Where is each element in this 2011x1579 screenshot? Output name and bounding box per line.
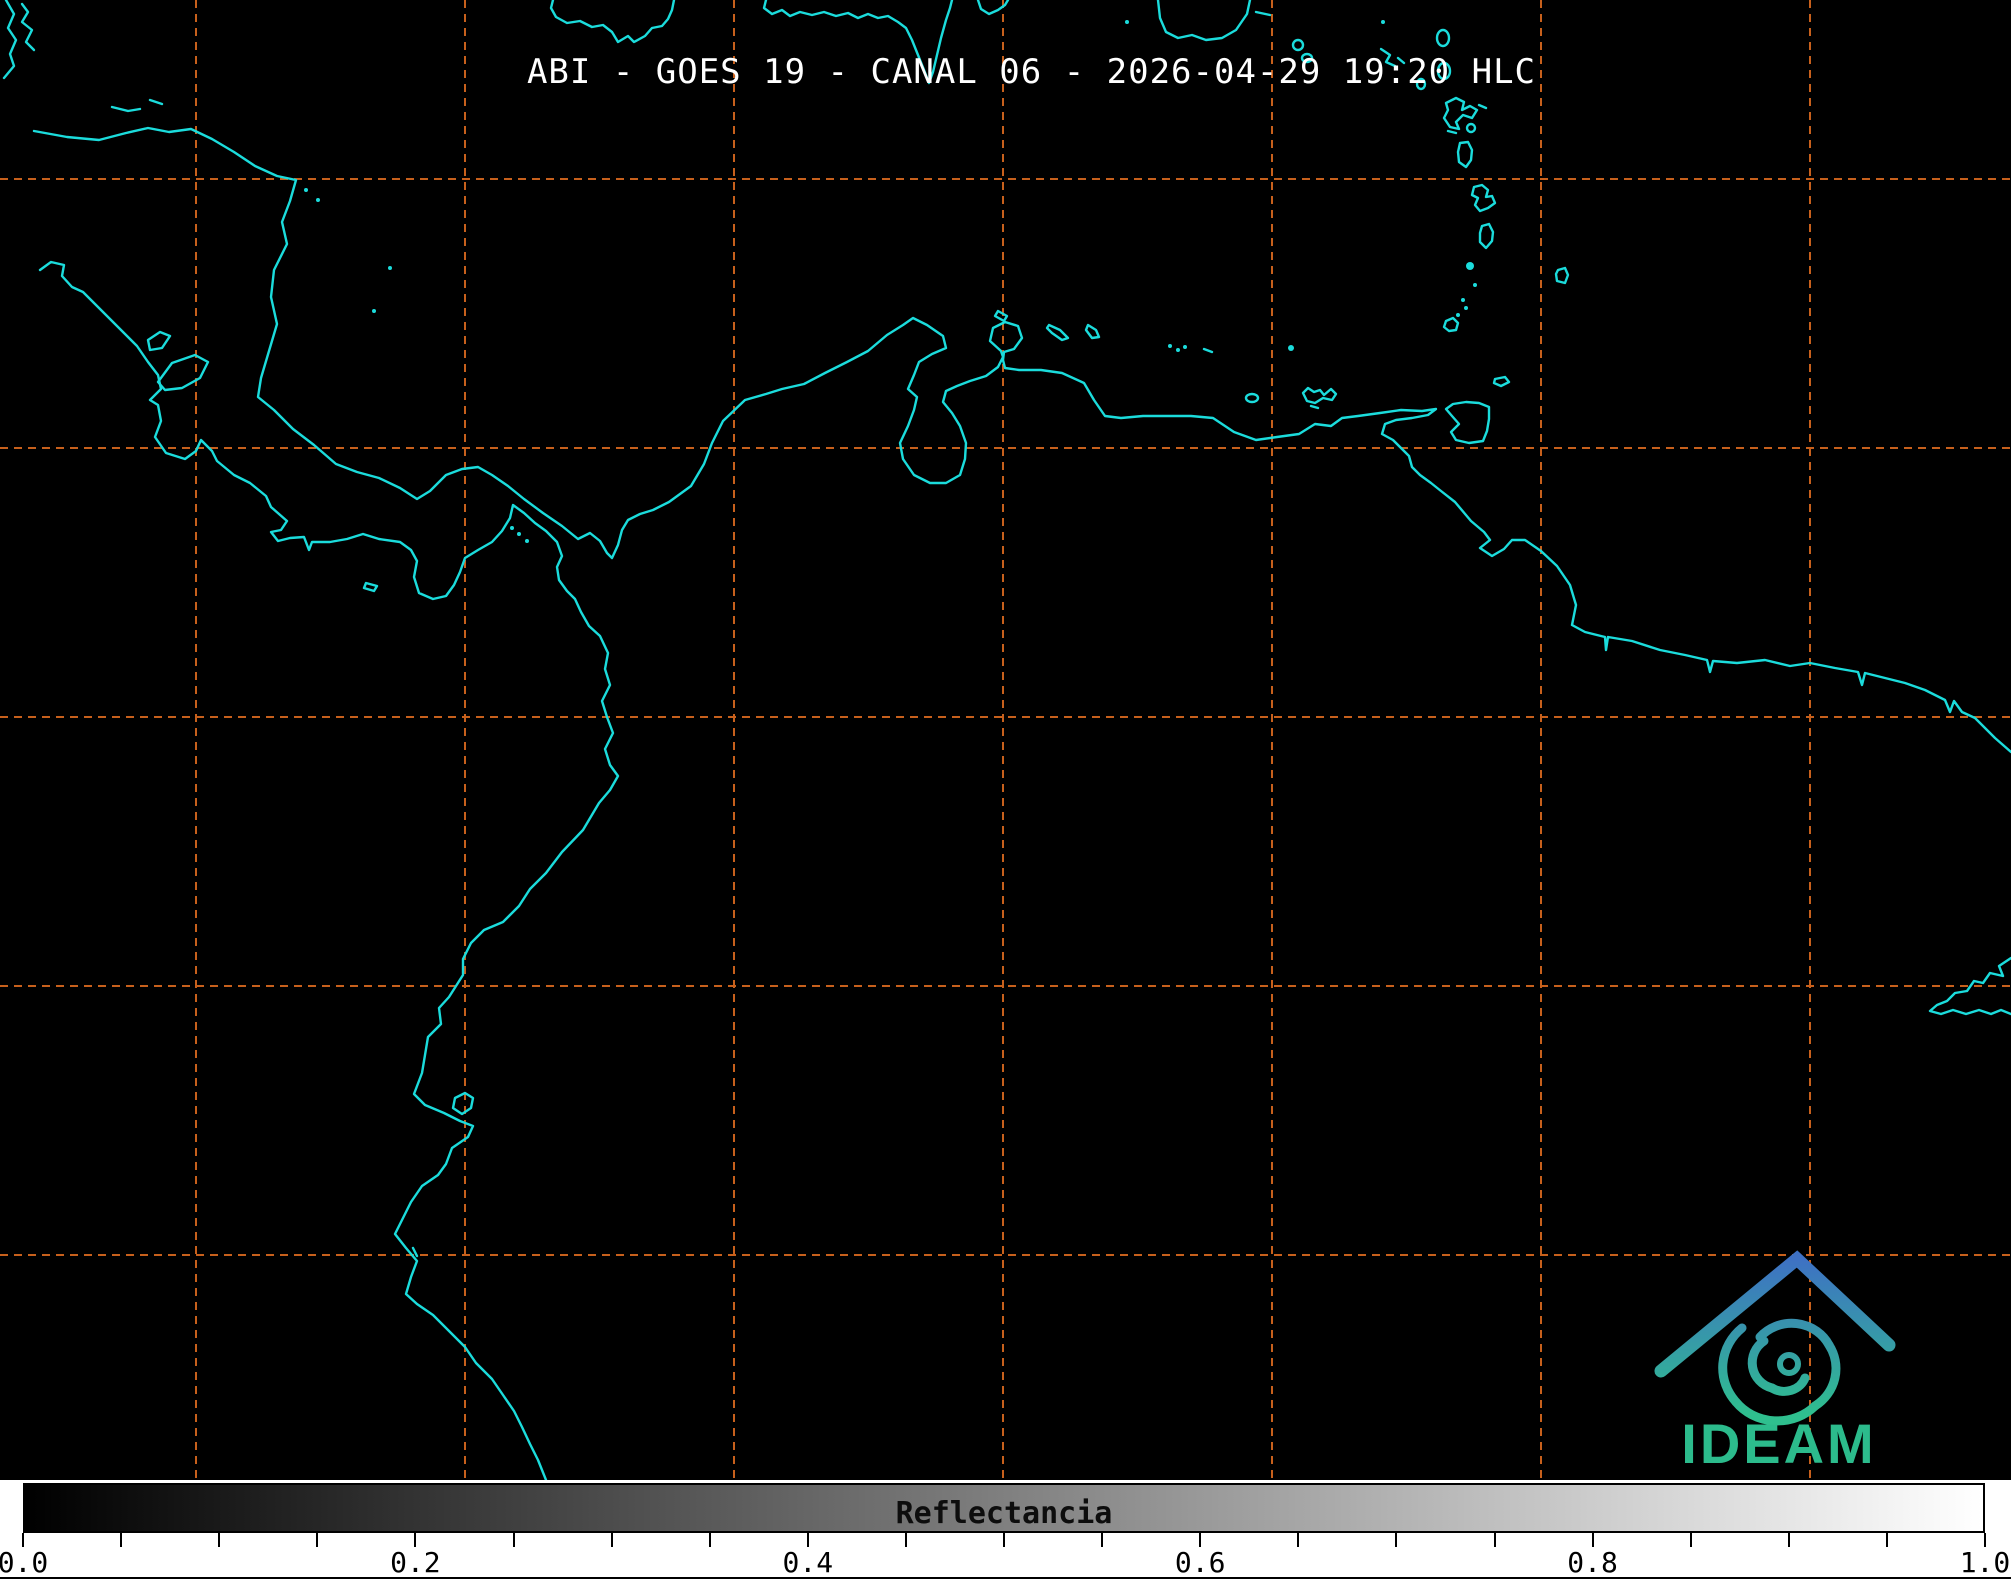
colorbar-tick xyxy=(414,1533,417,1547)
coastline-path xyxy=(146,330,172,352)
island-ring xyxy=(1291,38,1305,52)
coastline-path xyxy=(1202,347,1214,354)
coastline-path xyxy=(148,98,164,106)
coastline-path xyxy=(1492,375,1511,388)
colorbar-label: Reflectancia xyxy=(895,1496,1113,1531)
island-dot xyxy=(1176,348,1180,352)
colorbar-tick xyxy=(1199,1533,1202,1547)
coastline-path xyxy=(1928,956,2011,1016)
coastline-path xyxy=(1442,316,1460,333)
island-dot xyxy=(388,266,392,270)
colorbar-tick xyxy=(1395,1533,1398,1547)
colorbar-tick xyxy=(1787,1533,1790,1547)
logo-mountain xyxy=(1654,1250,1896,1378)
satellite-map: IDEAM ABI - GOES 19 - CANAL 06 - 2026-04… xyxy=(0,0,2011,1480)
colorbar-strip: Reflectancia 0.0 0.2 0.4 0.6 0.8 1.0 xyxy=(0,1480,2011,1579)
colorbar-tick-label: 0.2 xyxy=(390,1546,441,1579)
coastlines xyxy=(2,0,2011,1480)
island-dot xyxy=(316,198,320,202)
coastline-path xyxy=(1254,10,1272,17)
colorbar-tick xyxy=(218,1533,221,1547)
coastline-path xyxy=(32,126,2011,754)
coastline-path xyxy=(362,581,379,593)
coastline-path xyxy=(2,0,18,80)
logo-swirl-eye xyxy=(1777,1352,1801,1376)
coastline-path xyxy=(1554,266,1570,285)
colorbar-tick xyxy=(904,1533,907,1547)
coastline-path xyxy=(1446,129,1458,135)
colorbar-tick xyxy=(120,1533,123,1547)
island-dot xyxy=(525,539,529,543)
island-dot xyxy=(1461,298,1465,302)
reflectance-colorbar: Reflectancia xyxy=(23,1483,1985,1533)
map-svg: IDEAM xyxy=(0,0,2011,1480)
coastline-path xyxy=(1456,140,1474,169)
logo-swirl-arc xyxy=(1810,1340,1841,1411)
island-dot xyxy=(510,526,514,530)
island-dot xyxy=(1456,313,1460,317)
colorbar-tick-label: 1.0 xyxy=(1959,1546,2011,1579)
coastline-path xyxy=(451,1091,475,1116)
colorbar-tick xyxy=(316,1533,319,1547)
colorbar-tick-label: 0.0 xyxy=(0,1546,49,1579)
island-dot xyxy=(1381,20,1385,24)
island-dot xyxy=(372,309,376,313)
colorbar-tick xyxy=(22,1533,24,1547)
colorbar-tick xyxy=(1493,1533,1496,1547)
logo-swirl-arc xyxy=(1718,1323,1747,1407)
coastline-path xyxy=(38,260,620,1480)
coastline-path xyxy=(549,0,676,44)
island-ring xyxy=(1465,122,1477,134)
ideam-logo: IDEAM xyxy=(1654,1250,1896,1475)
colorbar-tick xyxy=(1003,1533,1005,1547)
island-dot xyxy=(517,532,521,536)
image-title: ABI - GOES 19 - CANAL 06 - 2026-04-29 19… xyxy=(526,52,1537,92)
colorbar-tick-label: 0.8 xyxy=(1567,1546,1618,1579)
coastline-path xyxy=(1156,0,1252,42)
coastline-path xyxy=(1478,222,1495,250)
coastline-path xyxy=(1470,183,1497,213)
coastline-path xyxy=(1477,103,1488,110)
island-dot xyxy=(1464,306,1468,310)
colorbar-tick xyxy=(708,1533,711,1547)
colorbar-tick-label: 0.4 xyxy=(782,1546,834,1579)
colorbar-tick xyxy=(1591,1533,1594,1547)
colorbar-tick xyxy=(1984,1533,1986,1547)
island-dot xyxy=(1473,283,1477,287)
coastline-path xyxy=(1045,323,1070,342)
island-dot xyxy=(1125,20,1129,24)
coastline-path xyxy=(1084,323,1101,340)
logo-swirl-arc xyxy=(1747,1336,1777,1393)
island-ring xyxy=(1435,28,1451,48)
coastline-path xyxy=(110,105,142,113)
coastline-path xyxy=(156,353,210,392)
island-dot xyxy=(304,188,308,192)
logo-swirl-arc xyxy=(1755,1318,1834,1350)
colorbar-tick xyxy=(1297,1533,1300,1547)
island-ring xyxy=(1244,392,1260,404)
colorbar-tick-label: 0.6 xyxy=(1174,1546,1226,1579)
coastline-path xyxy=(993,309,1009,323)
ideam-logo-mark xyxy=(1654,1250,1896,1426)
coastline-path xyxy=(1301,386,1338,405)
ideam-logo-text: IDEAM xyxy=(1681,1412,1876,1475)
logo-swirl-arc xyxy=(1767,1373,1810,1396)
island-dot xyxy=(1183,345,1187,349)
coastline-path xyxy=(1309,404,1320,410)
colorbar-tick xyxy=(512,1533,515,1547)
colorbar-tick xyxy=(1689,1533,1692,1547)
island-dot xyxy=(1168,344,1172,348)
island-dot xyxy=(1288,345,1294,351)
colorbar-tick xyxy=(806,1533,809,1547)
latlon-gridlines xyxy=(0,0,2011,1480)
colorbar-tick xyxy=(610,1533,613,1547)
colorbar-tick xyxy=(1101,1533,1104,1547)
island-dot xyxy=(1466,262,1474,270)
colorbar-tick xyxy=(1885,1533,1888,1547)
coastline-path xyxy=(1444,400,1491,445)
coastline-path xyxy=(20,2,36,52)
